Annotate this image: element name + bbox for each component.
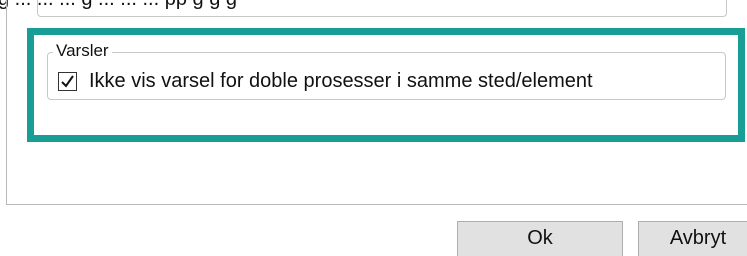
cancel-button[interactable]: Avbryt	[638, 221, 747, 256]
groupbox-legend: Varsler	[53, 41, 112, 61]
duplicate-process-warning-option[interactable]: Ikke vis varsel for doble prosesser i sa…	[58, 69, 593, 93]
previous-groupbox	[37, 0, 727, 17]
checkmark-icon	[61, 74, 74, 88]
checkbox-label: Ikke vis varsel for doble prosesser i sa…	[89, 70, 593, 92]
duplicate-process-warning-checkbox[interactable]	[58, 71, 77, 91]
ok-button[interactable]: Ok	[457, 221, 623, 256]
dialog-window: g ... ... ... g ... ... ... pp g g g Var…	[0, 0, 747, 256]
